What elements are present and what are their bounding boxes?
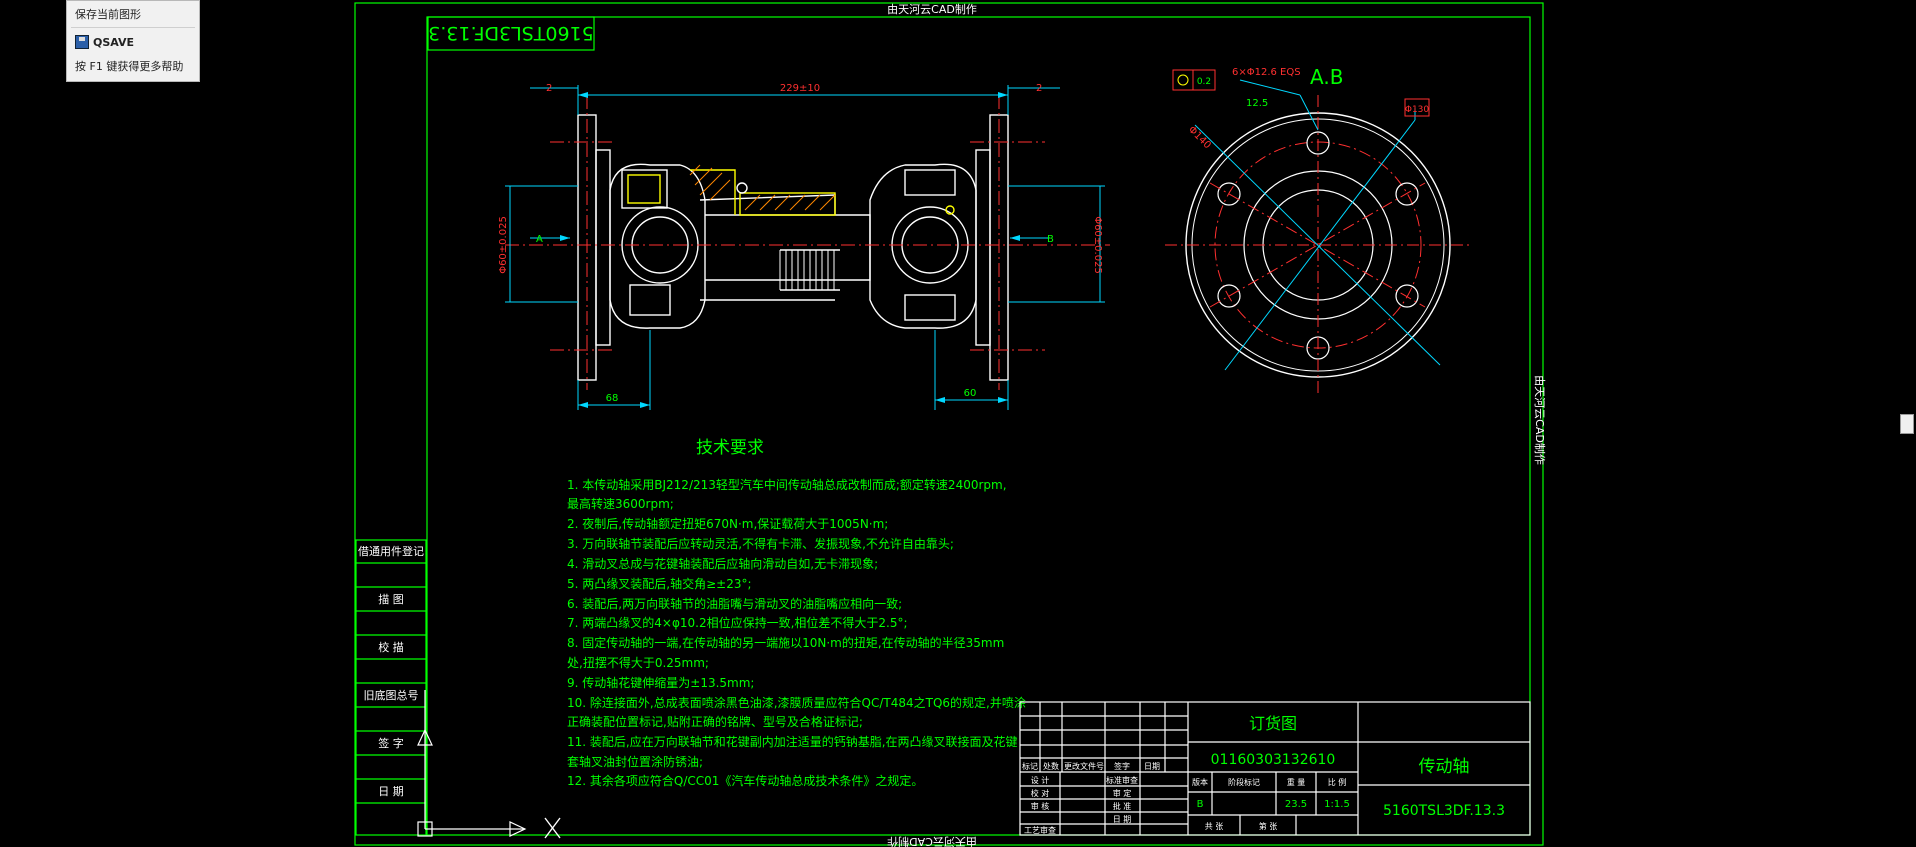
role-label: 审 核 (1031, 801, 1050, 811)
holes-spec: 6×Φ12.6 EQS (1232, 67, 1301, 78)
tech-line: 11. 装配后,应在万向联轴节和花键副内加注适量的钙钠基脂,在两凸缘叉联接面及花… (567, 734, 1018, 749)
flange-end-view (1165, 79, 1470, 395)
dimension-lines (505, 85, 1105, 410)
role-label-right: 日 期 (1113, 815, 1132, 824)
role-labels: 设 计 校 对 审 核 工艺审查 标准审查 审 定 批 准 日 期 (1024, 775, 1138, 835)
row-label: 日期 (1144, 762, 1160, 771)
tooltip-command: QSAVE (93, 35, 135, 49)
tech-line: 1. 本传动轴采用BJ212/213轻型汽车中间传动轴总成改制而成;额定转速24… (567, 477, 1007, 492)
dim-overall-length: 229±10 (780, 83, 820, 94)
role-label-right: 批 准 (1113, 801, 1132, 811)
tech-line: 12. 其余各项应符合Q/CC01《汽车传动轴总成技术条件》之规定。 (567, 773, 923, 788)
tech-line: 最高转速3600rpm; (567, 496, 674, 511)
version-label: 版本 (1192, 777, 1208, 787)
cad-drawing-canvas[interactable]: 由天河云CAD制作 由天河云CAD制作 由天河云CAD制作 5160TSL3DF… (0, 0, 1916, 847)
role-label-right: 审 定 (1113, 788, 1132, 798)
revision-row-labels: 标记 处数 更改文件号 签字 日期 (1022, 761, 1160, 771)
tech-line: 2. 夜制后,传动轴额定扭矩670N·m,保证载荷大于1005N·m; (567, 516, 888, 531)
tech-line: 3. 万向联轴节装配后应转动灵活,不得有卡滞、发振现象,不允许自由靠头; (567, 536, 954, 551)
inner-drawing-frame (426, 16, 1531, 836)
tech-line: 10. 除连接面外,总成表面喷涂黑色油漆,漆膜质量应符合QC/T484之TQ6的… (567, 695, 1026, 710)
watermark-bottom: 由天河云CAD制作 (887, 835, 977, 847)
version-value: B (1197, 799, 1204, 810)
tech-requirements-list: 1. 本传动轴采用BJ212/213轻型汽车中间传动轴总成改制而成;额定转速24… (567, 477, 1026, 788)
left-box-labels: 借通用件登记 描 图 校 描 旧底图总号 签 字 日 期 (358, 544, 424, 798)
role-label-right: 标准审查 (1106, 775, 1138, 785)
tooltip-help: 按 F1 键获得更多帮助 (75, 60, 184, 73)
view-label: A.B (1310, 65, 1343, 89)
tolerance-value: 0.2 (1197, 77, 1211, 87)
vertical-scrollbar-thumb[interactable] (1900, 414, 1914, 434)
weight-label: 重 量 (1287, 777, 1306, 787)
section-hatching (689, 164, 836, 211)
row-label: 更改文件号 (1064, 761, 1104, 771)
left-box-label: 描 图 (378, 592, 404, 606)
scale-label: 比 例 (1328, 777, 1347, 787)
row-label: 标记 (1022, 761, 1038, 771)
section-marker-b: B (1047, 234, 1054, 245)
drive-shaft-assembly (577, 114, 1009, 381)
save-disk-icon (75, 35, 89, 49)
position-symbol-icon (1177, 74, 1189, 86)
stage-label: 阶段标记 (1228, 777, 1260, 787)
tech-requirements-title: 技术要求 (696, 438, 764, 458)
diameter-right-label: Φ130 (1405, 105, 1430, 115)
weight-value: 23.5 (1285, 799, 1307, 810)
tech-line: 4. 滑动叉总成与花键轴装配后应轴向滑动自如,无卡滞现象; (567, 556, 878, 571)
qsave-tooltip: 保存当前图形 QSAVE 按 F1 键获得更多帮助 (66, 0, 200, 82)
dim-left-diameter: Φ60±0.025 (498, 216, 509, 274)
role-label: 设 计 (1031, 775, 1050, 785)
code-box-text: 5160TSL3DF.13.3 (428, 22, 594, 44)
tech-line: 正确装配位置标记,贴附正确的铭牌、型号及合格证标记; (567, 714, 863, 729)
tech-line: 7. 两端凸缘叉的4×φ10.2相位应保持一致,相位差不得大于2.5°; (567, 615, 908, 630)
watermark-top: 由天河云CAD制作 (887, 2, 977, 16)
dim-bottom-right: 60 (964, 388, 977, 399)
left-box-label: 日 期 (378, 785, 404, 798)
title-drawing-code: 5160TSL3DF.13.3 (1383, 803, 1505, 819)
role-label: 校 对 (1031, 788, 1050, 798)
tech-line: 9. 传动轴花键伸缩量为±13.5mm; (567, 675, 754, 690)
left-box-label: 签 字 (378, 736, 404, 750)
title-drawing-type: 订货图 (1249, 714, 1297, 733)
title-block-values: B 23.5 1:1.5 (1197, 799, 1350, 810)
left-box-label: 旧底图总号 (364, 688, 419, 702)
sheet-total-label: 共 张 (1205, 822, 1224, 831)
row-label: 签字 (1114, 761, 1130, 771)
tooltip-title: 保存当前图形 (75, 8, 141, 21)
tech-line: 套轴叉油封位置涂防锈油; (567, 754, 703, 769)
dim-right-gap: 2 (1036, 83, 1042, 94)
left-box-label: 校 描 (378, 640, 404, 654)
row-label: 处数 (1043, 761, 1059, 771)
title-part-number: 01160303132610 (1211, 752, 1336, 768)
depth-spec: 12.5 (1246, 98, 1268, 109)
sheet-no-label: 第 张 (1259, 821, 1278, 831)
tooltip-separator (71, 27, 195, 28)
dim-left-gap: 2 (546, 83, 552, 94)
dim-right-diameter: Φ60±0.025 (1092, 216, 1103, 274)
watermark-right: 由天河云CAD制作 (1533, 375, 1547, 465)
tech-line: 5. 两凸缘叉装配后,轴交角≥±23°; (567, 576, 752, 591)
left-box-label: 借通用件登记 (358, 544, 424, 558)
role-label: 工艺审查 (1024, 825, 1056, 835)
tooltip-command-row: QSAVE (75, 35, 134, 49)
section-marker-a: A (536, 234, 543, 245)
title-block-labels: 版本 阶段标记 重 量 比 例 共 张 第 张 (1192, 777, 1346, 831)
tech-line: 8. 固定传动轴的一端,在传动轴的另一端施以10N·m的扭矩,在传动轴的半径35… (567, 635, 1004, 650)
scale-value: 1:1.5 (1324, 799, 1350, 810)
outer-sheet-border (354, 2, 1544, 846)
title-part-name: 传动轴 (1419, 757, 1470, 777)
dim-bottom-left: 68 (606, 393, 619, 404)
tech-line: 处,扭摆不得大于0.25mm; (567, 655, 709, 670)
tech-line: 6. 装配后,两万向联轴节的油脂嘴与滑动叉的油脂嘴应相向一致; (567, 596, 902, 611)
ucs-axis-icon (417, 690, 527, 837)
